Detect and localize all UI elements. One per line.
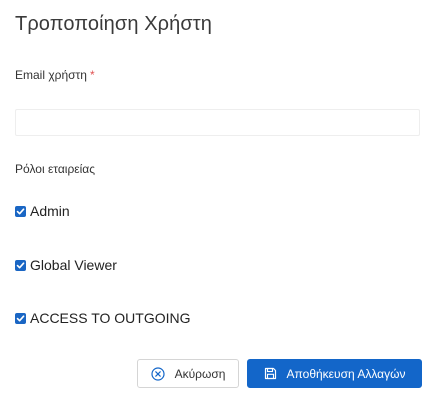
check-icon: [16, 314, 25, 321]
email-label: Email χρήστη *: [15, 68, 95, 82]
email-label-text: Email χρήστη: [15, 68, 87, 82]
role-global-viewer[interactable]: Global Viewer: [15, 257, 117, 273]
role-global-viewer-label: Global Viewer: [30, 257, 117, 273]
edit-user-dialog: Τροποποίηση Χρήστη Email χρήστη * Ρόλοι ε…: [0, 0, 439, 396]
role-admin-label: Admin: [30, 203, 70, 219]
required-marker: *: [89, 68, 95, 82]
role-admin-checkbox[interactable]: [15, 205, 26, 217]
save-changes-button[interactable]: Αποθήκευση Αλλαγών: [247, 359, 422, 388]
check-icon: [16, 261, 25, 268]
cancel-button[interactable]: Ακύρωση: [137, 359, 239, 388]
role-access-to-outgoing[interactable]: ACCESS TO OUTGOING: [15, 310, 191, 326]
cancel-button-label: Ακύρωση: [174, 366, 226, 381]
dialog-title: Τροποποίηση Χρήστη: [15, 13, 213, 35]
check-icon: [16, 207, 25, 214]
role-access-to-outgoing-label: ACCESS TO OUTGOING: [30, 310, 191, 326]
role-access-to-outgoing-checkbox[interactable]: [15, 312, 26, 324]
save-icon: [264, 367, 277, 380]
roles-label: Ρόλοι εταιρείας: [15, 162, 96, 176]
email-input[interactable]: [15, 109, 420, 136]
role-admin[interactable]: Admin: [15, 203, 70, 219]
save-button-label: Αποθήκευση Αλλαγών: [286, 366, 406, 381]
role-global-viewer-checkbox[interactable]: [15, 259, 26, 271]
close-circle-icon: [150, 366, 165, 381]
